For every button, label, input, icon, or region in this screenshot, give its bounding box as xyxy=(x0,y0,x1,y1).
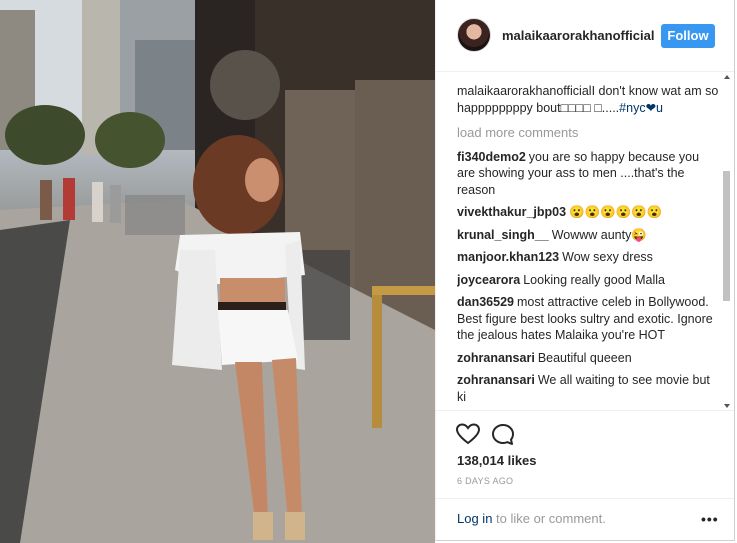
comment-item: zohranansari Beautiful queeen xyxy=(457,350,719,367)
comment-username[interactable]: krunal_singh__ xyxy=(457,228,549,242)
scrollbar-thumb[interactable] xyxy=(723,171,730,301)
comment-text: Wow sexy dress xyxy=(562,250,653,264)
post-sidebar: malaikaarorakhanofficial Follow malaikaa… xyxy=(435,0,735,541)
comment-username[interactable]: manjoor.khan123 xyxy=(457,250,559,264)
comment-username[interactable]: vivekthakur_jbp03 xyxy=(457,205,566,219)
post-header: malaikaarorakhanofficial Follow xyxy=(436,0,734,72)
likes-count[interactable]: 138,014 likes xyxy=(457,453,537,468)
comment-text: Beautiful queeen xyxy=(537,350,632,365)
photo-scene xyxy=(0,0,435,543)
post-time[interactable]: 6 DAYS AGO xyxy=(457,476,513,486)
login-prompt: Log in to like or comment. xyxy=(457,511,606,526)
comment-username[interactable]: zohranansari xyxy=(457,351,535,365)
comment-username[interactable]: joycearora xyxy=(457,273,520,287)
comment-item: joycearora Looking really good Malla xyxy=(457,272,719,289)
caption-hashtag[interactable]: #nyc❤u xyxy=(619,101,663,115)
comment-item: dan36529 most attractive celeb in Bollywo… xyxy=(457,294,719,344)
scroll-down-arrow-icon[interactable] xyxy=(724,404,730,408)
comment-item: krunal_singh__ Wowww aunty😜 xyxy=(457,227,719,244)
follow-button[interactable]: Follow xyxy=(661,24,715,48)
comment-text: 😮😮😮😮😮😮 xyxy=(569,205,663,219)
post-actions: 138,014 likes 6 DAYS AGO xyxy=(436,410,734,501)
comments-list[interactable]: malaikaarorakhanofficialI don't know wat… xyxy=(457,83,719,409)
caption: malaikaarorakhanofficialI don't know wat… xyxy=(457,83,719,116)
comment-item: zohranansari We all waiting to see movie … xyxy=(457,372,719,405)
load-more-comments-link[interactable]: load more comments xyxy=(457,125,719,142)
comment-item: manjoor.khan123 Wow sexy dress xyxy=(457,249,719,266)
ellipsis-icon[interactable]: ••• xyxy=(701,511,719,527)
comments-scrollbar[interactable] xyxy=(722,73,732,410)
comment-username[interactable]: zohranansari xyxy=(457,373,535,387)
comment-username[interactable]: fi340demo2 xyxy=(457,150,526,164)
heart-outline-icon[interactable] xyxy=(456,423,480,445)
login-prompt-text: to like or comment. xyxy=(492,511,606,526)
login-link[interactable]: Log in xyxy=(457,511,492,526)
speech-bubble-icon[interactable] xyxy=(491,423,515,447)
scroll-up-arrow-icon[interactable] xyxy=(724,75,730,79)
post-photo[interactable] xyxy=(0,0,435,543)
caption-username[interactable]: malaikaarorakhanofficial xyxy=(457,84,592,98)
comment-footer: Log in to like or comment. ••• xyxy=(436,498,734,542)
comment-text: Wowww aunty😜 xyxy=(551,227,647,242)
comment-text: Looking really good Malla xyxy=(523,272,665,287)
comment-item: vivekthakur_jbp03 😮😮😮😮😮😮 xyxy=(457,204,719,221)
username-link[interactable]: malaikaarorakhanofficial xyxy=(502,28,654,43)
comment-username[interactable]: dan36529 xyxy=(457,295,514,309)
comment-item: fi340demo2 you are so happy because you a… xyxy=(457,149,719,199)
avatar[interactable] xyxy=(457,18,491,52)
